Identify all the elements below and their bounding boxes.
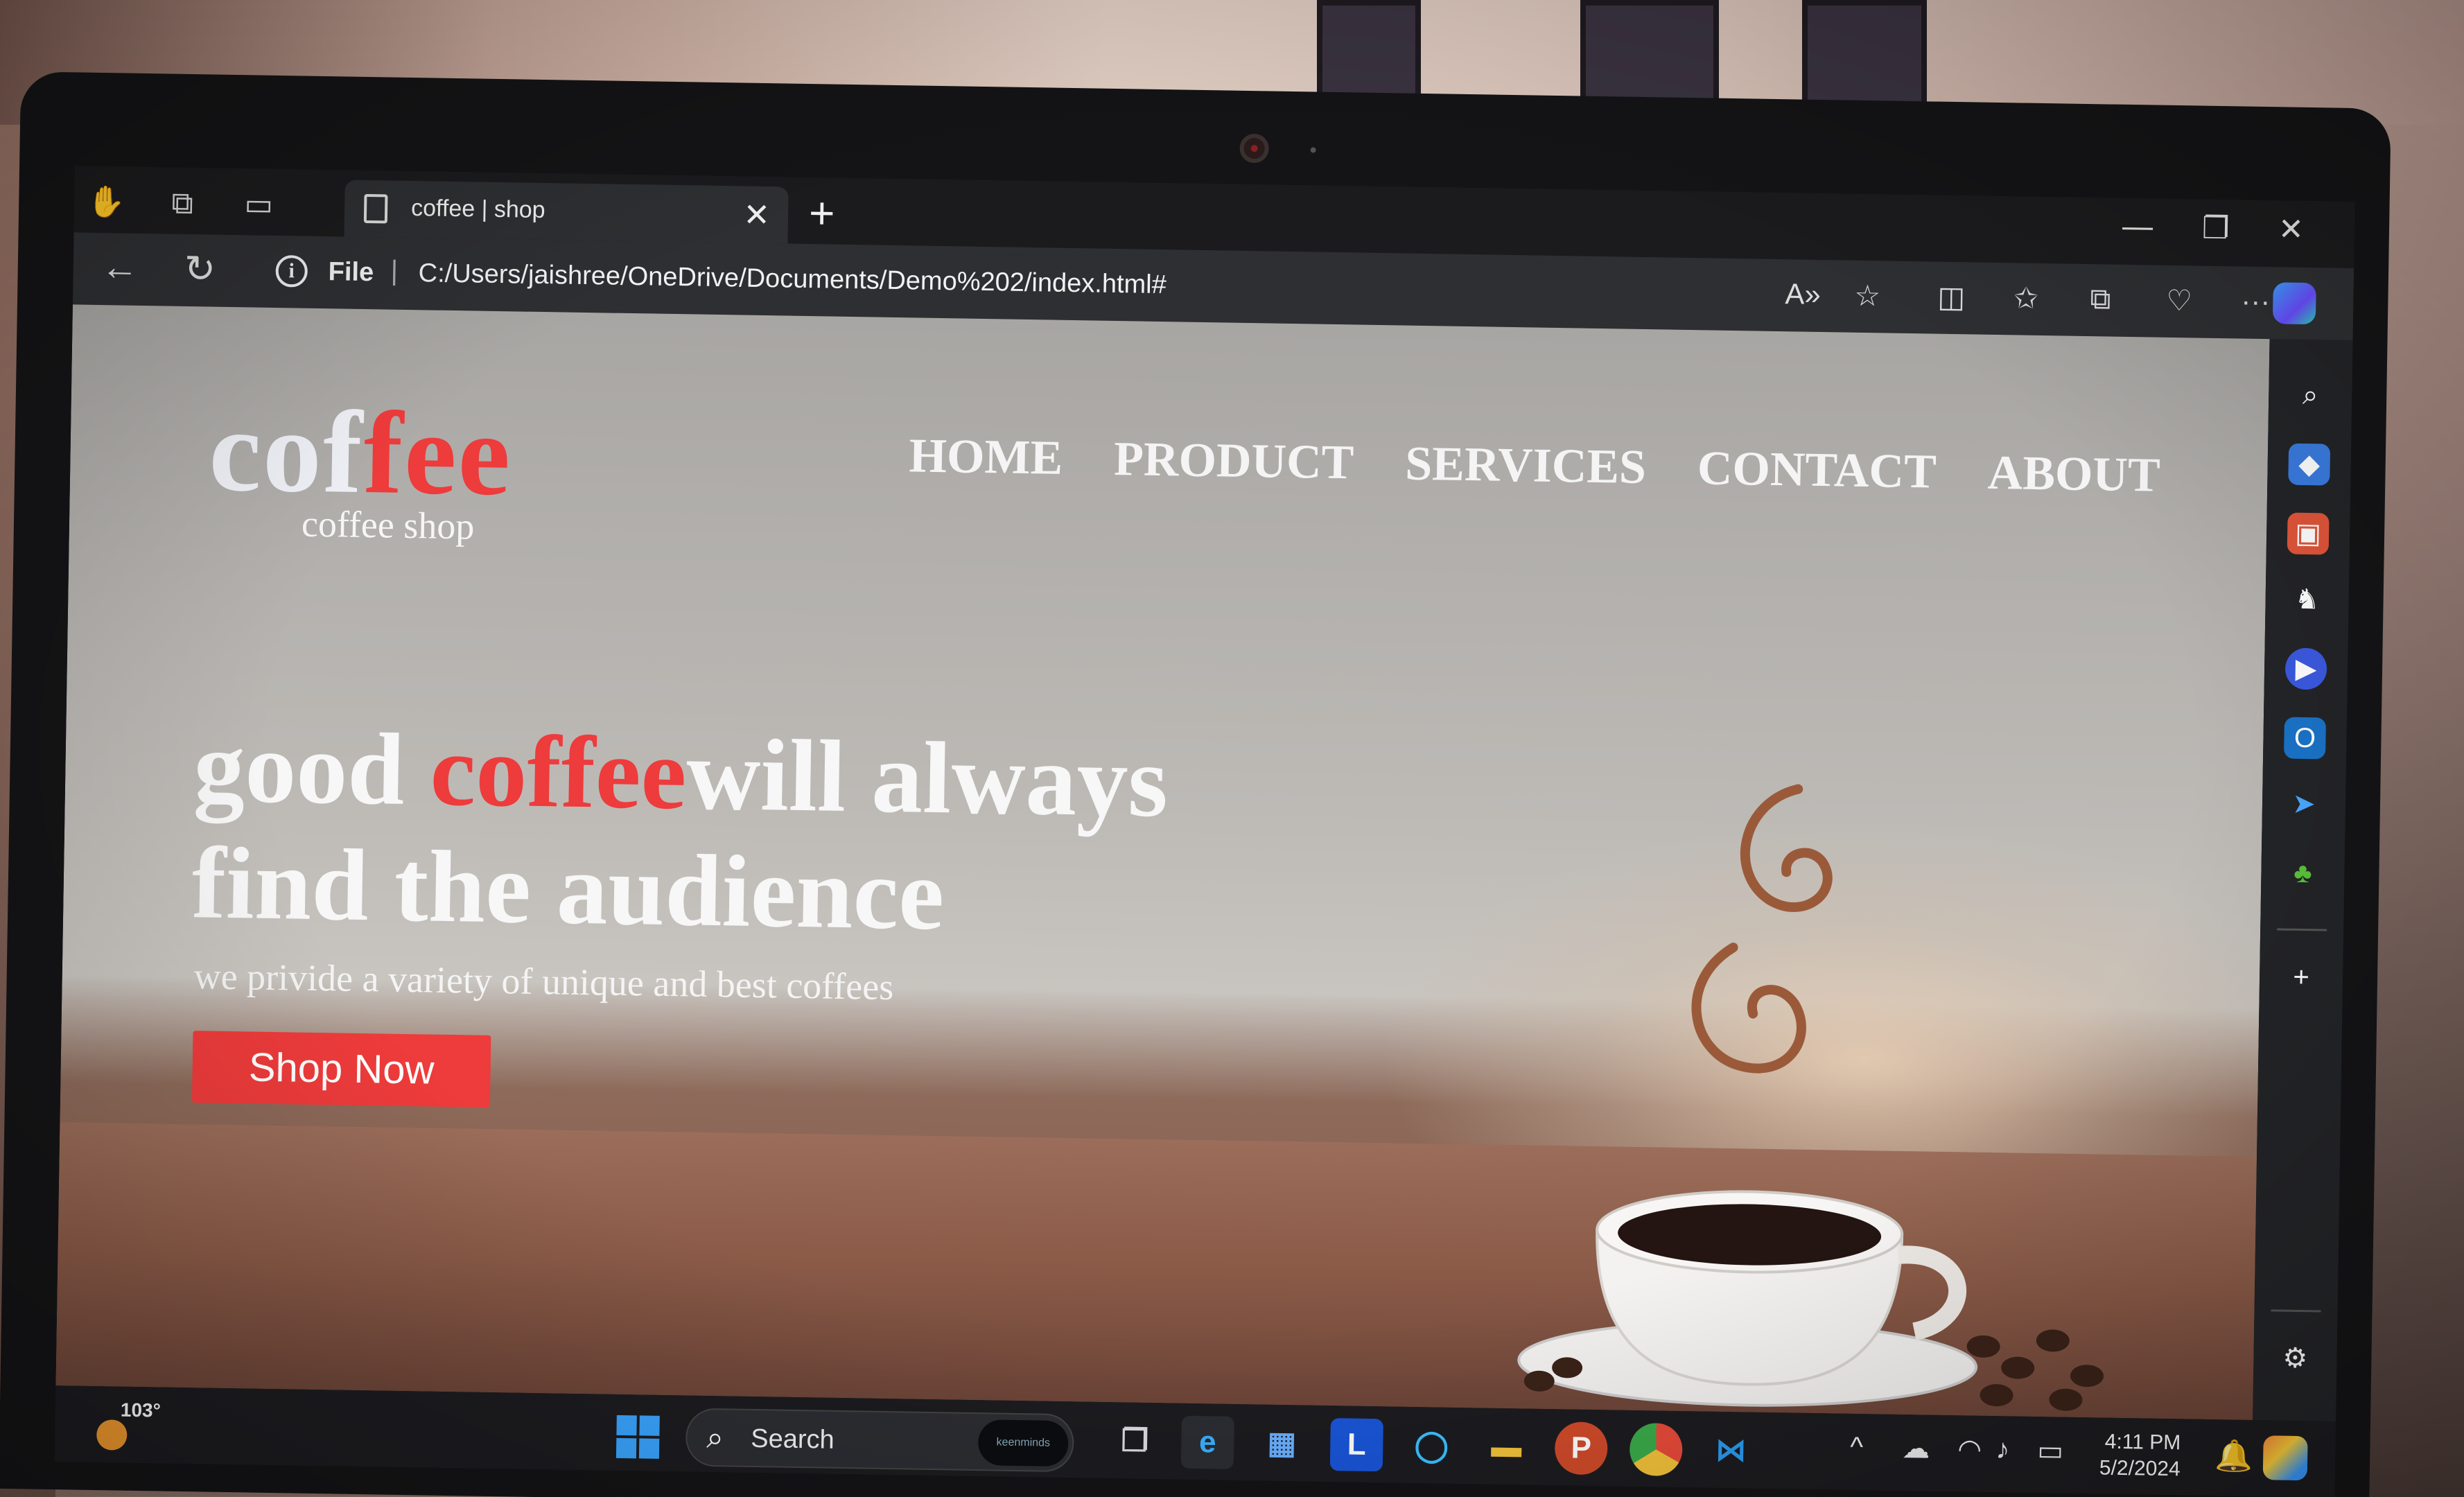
browser-essentials-icon[interactable]: ♡	[2166, 283, 2192, 318]
clock-time: 4:11 PM	[2104, 1430, 2181, 1455]
tag-icon[interactable]: ◆	[2288, 443, 2331, 486]
clock-date: 5/2/2024	[2099, 1456, 2181, 1481]
minimize-icon[interactable]: —	[2122, 209, 2153, 245]
site-logo[interactable]: coffee	[208, 383, 513, 523]
laptop-bezel: ✋ ⧉ ▭ coffee | shop ✕ + — ❐ ✕ ← ↻ i File…	[0, 71, 2391, 1497]
steam-swirl	[1691, 784, 1833, 1074]
copilot-icon[interactable]: ▶	[2284, 647, 2327, 690]
system-clock[interactable]: 4:11 PM 5/2/2024	[2099, 1428, 2181, 1482]
close-tab-icon[interactable]: ✕	[743, 196, 770, 234]
more-menu-icon[interactable]: ···	[2241, 284, 2271, 318]
copilot-icon[interactable]	[2272, 282, 2316, 325]
page-icon	[363, 193, 388, 224]
weather-temp: 103°	[120, 1399, 161, 1421]
edge-sidebar: ⌕ ◆ ▣ ♞ ▶ O ➤ ♣ + ⚙	[2253, 339, 2353, 1421]
l-app-icon[interactable]: L	[1329, 1418, 1383, 1472]
info-icon[interactable]: i	[275, 254, 308, 288]
logo-text-part2: fee	[362, 387, 513, 520]
nav-home[interactable]: HOME	[909, 428, 1063, 486]
cortana-icon[interactable]: ◯	[1405, 1419, 1458, 1473]
chevron-up-icon[interactable]: ^	[1850, 1432, 1863, 1463]
cup-handle	[1897, 1245, 1967, 1341]
back-icon[interactable]: ←	[101, 245, 139, 289]
copilot-taskbar-icon[interactable]	[2262, 1435, 2308, 1481]
settings-icon[interactable]: ⚙	[2274, 1337, 2316, 1379]
camera-indicator	[1310, 147, 1316, 153]
favorites-icon[interactable]: ✩	[2013, 281, 2038, 315]
file-explorer-icon[interactable]: ▬	[1480, 1420, 1533, 1473]
add-icon[interactable]: +	[2280, 956, 2323, 999]
hero-headline: good coffeewill always find the audience	[191, 708, 1581, 963]
logo-subtitle: coffee shop	[301, 502, 475, 548]
main-nav: HOME PRODUCT SERVICES CONTACT ABOUT	[909, 428, 2160, 503]
search-badge: keenminds	[977, 1419, 1069, 1467]
volume-icon[interactable]: ♪	[1995, 1434, 2010, 1465]
nav-product[interactable]: PRODUCT	[1114, 432, 1354, 491]
edge-icon[interactable]: e	[1180, 1415, 1234, 1469]
tab-active[interactable]: coffee | shop ✕	[344, 180, 789, 244]
powerpoint-icon[interactable]: P	[1554, 1421, 1608, 1476]
profile-icon[interactable]: ✋	[87, 183, 126, 222]
url-scheme-label: File	[328, 257, 374, 288]
games-icon[interactable]: ♞	[2286, 579, 2328, 621]
new-tab-button[interactable]: +	[809, 187, 836, 239]
notification-bell-icon[interactable]: 🔔	[2214, 1437, 2253, 1474]
battery-icon[interactable]: ▭	[2037, 1435, 2064, 1467]
url-separator: |	[390, 255, 399, 286]
sidebar-separator	[2271, 1309, 2321, 1313]
restore-icon[interactable]: ❐	[2202, 211, 2230, 247]
laptop-screen: ✋ ⧉ ▭ coffee | shop ✕ + — ❐ ✕ ← ↻ i File…	[54, 166, 2355, 1497]
outlook-icon[interactable]: O	[2284, 717, 2326, 760]
briefcase-icon[interactable]: ▣	[2287, 512, 2330, 555]
windows-start-icon[interactable]	[615, 1415, 660, 1459]
headline-part2: will always	[685, 717, 1169, 839]
wifi-icon[interactable]: ◠	[1957, 1433, 1982, 1466]
chrome-icon[interactable]	[1629, 1422, 1683, 1477]
read-aloud-icon[interactable]: A»	[1785, 277, 1821, 311]
split-screen-icon[interactable]: ◫	[1937, 280, 1965, 315]
headline-highlight: coffee	[429, 713, 688, 832]
hero-subtext: we privide a variety of unique and best …	[193, 955, 894, 1008]
favorite-star-icon[interactable]: ☆	[1854, 279, 1880, 313]
collections-icon[interactable]: ⧉	[2090, 282, 2111, 316]
vscode-icon[interactable]: ⋈	[1704, 1424, 1758, 1478]
tree-icon[interactable]: ♣	[2282, 852, 2324, 895]
sidebar-separator	[2277, 928, 2327, 931]
headline-line2: find the audience	[191, 826, 945, 952]
nav-about[interactable]: ABOUT	[1987, 446, 2160, 504]
taskbar-search[interactable]: ⌕ Search keenminds	[685, 1408, 1074, 1473]
wall-photo-frame	[1802, 0, 1927, 114]
vertical-tabs-icon[interactable]: ▭	[239, 185, 279, 225]
search-icon[interactable]: ⌕	[2289, 374, 2332, 417]
store-icon[interactable]: ▦	[1255, 1417, 1309, 1470]
tab-title: coffee | shop	[410, 195, 545, 224]
weather-icon	[96, 1419, 128, 1451]
shop-now-button[interactable]: Shop Now	[191, 1031, 491, 1108]
refresh-icon[interactable]: ↻	[184, 247, 216, 291]
nav-services[interactable]: SERVICES	[1405, 437, 1647, 496]
url-text[interactable]: C:/Users/jaishree/OneDrive/Documents/Dem…	[418, 259, 1167, 300]
workspaces-icon[interactable]: ⧉	[163, 184, 202, 223]
web-page: coffee coffee shop HOME PRODUCT SERVICES…	[55, 304, 2270, 1420]
headline-part1: good	[193, 710, 432, 828]
weather-widget[interactable]: 103°	[96, 1399, 161, 1451]
close-window-icon[interactable]: ✕	[2278, 211, 2305, 247]
search-icon: ⌕	[706, 1420, 724, 1455]
coffee-cup-illustration	[1517, 784, 2104, 1411]
nav-contact[interactable]: CONTACT	[1697, 441, 1937, 500]
cloud-icon[interactable]: ☁	[1902, 1433, 1930, 1465]
logo-text-part1: cof	[208, 385, 365, 518]
send-icon[interactable]: ➤	[2283, 783, 2325, 825]
webcam-icon	[1239, 133, 1270, 164]
task-view-icon[interactable]: ❐	[1108, 1415, 1162, 1468]
search-label: Search	[751, 1424, 835, 1455]
